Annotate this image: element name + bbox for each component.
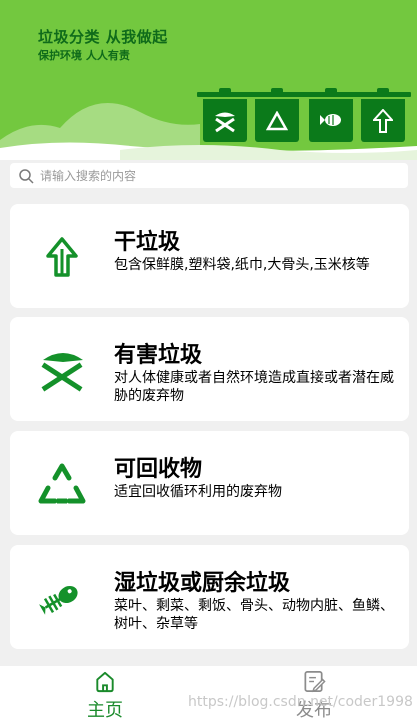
tab-home-label: 主页: [87, 700, 123, 721]
slogan-title: 垃圾分类 从我做起: [38, 28, 168, 46]
kitchen-bin-icon: [320, 113, 341, 126]
kitchen-bin: [303, 88, 359, 144]
search-bar[interactable]: [10, 163, 408, 188]
residual-bin-icon: [373, 108, 393, 133]
category-card-kitchen[interactable]: 湿垃圾或厨余垃圾 菜叶、剩菜、剩饭、骨头、动物内脏、鱼鳞、树叶、杂草等: [10, 545, 409, 649]
category-title: 可回收物: [114, 457, 203, 482]
category-description: 菜叶、剩菜、剩饭、骨头、动物内脏、鱼鳞、树叶、杂草等: [114, 598, 394, 632]
edit-icon: [304, 671, 326, 693]
header-banner: 垃圾分类 从我做起 保护环境 人人有责: [0, 0, 417, 160]
recyclable-bin: [249, 88, 305, 144]
recyclable-icon: [38, 463, 86, 504]
recyclable-bin-icon: [266, 110, 288, 130]
category-description: 包含保鲜膜,塑料袋,纸巾,大骨头,玉米核等: [114, 257, 370, 273]
hazardous-bin-icon: [215, 112, 235, 132]
category-card-recyclable[interactable]: 可回收物 适宜回收循环利用的废弃物: [10, 431, 409, 535]
residual-waste-icon: [46, 237, 78, 277]
watermark-text: https://blog.csdn.net/coder1998: [188, 694, 413, 710]
category-description: 对人体健康或者自然环境造成直接或者潜在威胁的废弃物: [114, 370, 394, 404]
category-card-hazardous[interactable]: 有害垃圾 对人体健康或者自然环境造成直接或者潜在威胁的废弃物: [10, 317, 409, 421]
home-icon: [96, 671, 114, 693]
search-input[interactable]: [40, 163, 408, 188]
tab-home[interactable]: 主页: [45, 666, 165, 722]
residual-bin: [355, 88, 411, 144]
category-description: 适宜回收循环利用的废弃物: [114, 484, 282, 500]
slogan-subtitle: 保护环境 人人有责: [38, 49, 130, 62]
category-card-residual[interactable]: 干垃圾 包含保鲜膜,塑料袋,纸巾,大骨头,玉米核等: [10, 204, 409, 308]
search-icon: [19, 168, 34, 184]
category-title: 湿垃圾或厨余垃圾: [114, 571, 291, 596]
category-title: 有害垃圾: [114, 343, 203, 368]
hazardous-waste-icon: [41, 353, 83, 392]
fish-bone-icon: [39, 585, 78, 615]
hazardous-bin: [197, 88, 253, 144]
category-title: 干垃圾: [114, 230, 181, 255]
